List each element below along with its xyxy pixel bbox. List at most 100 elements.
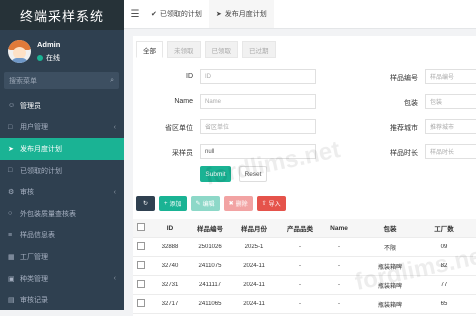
region-label: 省区单位: [165, 125, 193, 132]
id-field[interactable]: ID: [200, 69, 316, 84]
avatar[interactable]: [8, 39, 31, 63]
pack-field[interactable]: 包装: [425, 94, 476, 109]
sidebar-item-label: 用户管理: [20, 124, 48, 132]
table-row[interactable]: 32888 2501026 2025-1 - - 不限 09: [133, 238, 476, 257]
filter-tab-expired[interactable]: 已过期: [242, 41, 276, 58]
select-all-checkbox[interactable]: [137, 223, 145, 231]
col-header[interactable]: 样品编号: [191, 223, 229, 233]
square-icon: □: [8, 167, 13, 175]
table-cell: 32740: [161, 263, 179, 269]
filter-tabs: 全部 未领取 已领取 已过期: [136, 41, 280, 58]
table-header-row: ID 样品编号 样品月份 产品品类 Name 包装 工厂数: [133, 219, 476, 238]
name-field[interactable]: Name: [200, 94, 316, 109]
pack-label: 包装: [404, 100, 418, 107]
table-cell: 82: [440, 263, 448, 269]
tab-label: 已领取的计划: [159, 11, 202, 18]
table-row[interactable]: 32717 2411065 2024-11 - - 瓶装箱啤 65: [133, 295, 476, 314]
list-icon: ≡: [8, 231, 13, 239]
table-cell: 77: [440, 282, 448, 288]
import-label: 导入: [268, 202, 281, 208]
circle-icon: ○: [8, 210, 13, 218]
sidebar: 终端采样系统 Admin 在线 搜索菜单 ⌕ ☺ 管理员 □ 用户管理 ‹ ➤ 发布月度计划…: [0, 0, 124, 310]
col-header[interactable]: 工厂数: [423, 223, 465, 233]
upload-icon: ⇧: [261, 201, 267, 207]
submit-button[interactable]: Submit: [200, 166, 231, 182]
user-panel: Admin 在线: [0, 30, 124, 68]
sidebar-item-label: 样品信息表: [20, 232, 55, 240]
refresh-button[interactable]: ↻: [136, 196, 155, 211]
gear-icon: ⚙: [8, 189, 15, 197]
filter-tab-unclaimed[interactable]: 未领取: [167, 41, 201, 58]
table-cell: 32717: [161, 301, 179, 307]
filter-tab-all[interactable]: 全部: [136, 41, 163, 58]
online-dot-icon: [37, 54, 43, 61]
reset-button[interactable]: Reset: [239, 166, 267, 182]
row-checkbox[interactable]: [137, 261, 145, 269]
check-icon: ✔: [151, 11, 157, 18]
table-row[interactable]: 32731 2411117 2024-11 - - 瓶装箱啤 77: [133, 276, 476, 295]
sample-no-field[interactable]: 样品编号: [425, 69, 476, 84]
edit-label: 编辑: [202, 202, 215, 208]
duration-label: 样品时长: [390, 150, 418, 157]
table-cell: -: [299, 301, 301, 307]
sidebar-menu: ☺ 管理员 □ 用户管理 ‹ ➤ 发布月度计划 □ 已领取的计划 ⚙ 审核 ‹ ○ 外包装质量查核表 ≡ 样品…: [0, 95, 124, 311]
city-field[interactable]: 推荐城市: [425, 119, 476, 134]
sidebar-item[interactable]: ➤ 发布月度计划: [0, 138, 124, 160]
menu-search-input[interactable]: 搜索菜单 ⌕: [4, 72, 119, 89]
sidebar-item[interactable]: ≡ 样品信息表: [0, 225, 124, 247]
table-cell: 2411117: [198, 282, 222, 288]
table-cell: 2411075: [198, 263, 222, 269]
send-icon: ➤: [8, 145, 14, 153]
app-title: 终端采样系统: [0, 0, 124, 30]
sidebar-item-label: 管理员: [20, 102, 41, 110]
table-cell: 65: [440, 301, 448, 307]
sidebar-item[interactable]: ▣ 种类管理 ‹: [0, 268, 124, 290]
grid-icon: ▣: [8, 275, 15, 283]
table-cell: 瓶装箱啤: [377, 264, 402, 271]
tab-label: 发布月度计划: [224, 11, 267, 18]
sidebar-item[interactable]: ☺ 管理员: [0, 95, 124, 117]
sidebar-item-label: 种类管理: [20, 275, 48, 283]
row-checkbox[interactable]: [137, 242, 145, 250]
delete-button[interactable]: ✖ 删除: [223, 196, 253, 211]
sidebar-item[interactable]: ○ 外包装质量查核表: [0, 203, 124, 225]
chevron-left-icon: ‹: [113, 275, 116, 283]
duration-field[interactable]: 样品时长: [425, 144, 476, 159]
import-button[interactable]: ⇧ 导入: [256, 196, 286, 211]
col-header[interactable]: Name: [321, 225, 357, 232]
sidebar-item[interactable]: ▤ 审核记录: [0, 289, 124, 311]
sampler-field[interactable]: null: [200, 144, 316, 159]
col-header[interactable]: 包装: [357, 223, 423, 233]
menu-search-placeholder: 搜索菜单: [9, 77, 37, 85]
col-header[interactable]: 产品品类: [279, 223, 321, 233]
region-field[interactable]: 省区单位: [200, 119, 316, 134]
sidebar-item-label: 审核记录: [20, 297, 48, 305]
id-label: ID: [186, 73, 193, 80]
table-cell: 2501026: [198, 244, 222, 250]
tab-claimed-plans[interactable]: ✔ 已领取的计划: [144, 0, 209, 28]
delete-label: 删除: [235, 202, 248, 208]
col-header[interactable]: 样品月份: [229, 223, 279, 233]
table-cell: -: [299, 263, 301, 269]
menu-toggle-icon[interactable]: ☰: [126, 9, 144, 20]
col-header[interactable]: ID: [149, 225, 191, 232]
row-checkbox[interactable]: [137, 299, 145, 307]
send-icon: ➤: [215, 11, 222, 18]
filter-tab-claimed[interactable]: 已领取: [204, 41, 238, 58]
table-row[interactable]: 32740 2411075 2024-11 - - 瓶装箱啤 82: [133, 257, 476, 276]
table-cell: 2024-11: [243, 301, 265, 307]
sidebar-item-label: 已领取的计划: [20, 167, 62, 175]
tab-publish-monthly-plan[interactable]: ➤ 发布月度计划: [208, 0, 274, 28]
edit-button[interactable]: ✎ 编辑: [190, 196, 220, 211]
table-cell: 2025-1: [244, 244, 264, 250]
sidebar-item[interactable]: ▦ 工厂管理: [0, 246, 124, 268]
add-button[interactable]: + 添加: [159, 196, 187, 211]
row-checkbox[interactable]: [137, 280, 145, 288]
sidebar-item-label: 审核: [20, 189, 34, 197]
sidebar-item[interactable]: □ 已领取的计划: [0, 160, 124, 182]
search-icon[interactable]: ⌕: [110, 77, 114, 85]
city-label: 推荐城市: [390, 125, 418, 132]
sidebar-item[interactable]: □ 用户管理 ‹: [0, 117, 124, 139]
sidebar-item[interactable]: ⚙ 审核 ‹: [0, 181, 124, 203]
table-cell: -: [338, 263, 340, 269]
